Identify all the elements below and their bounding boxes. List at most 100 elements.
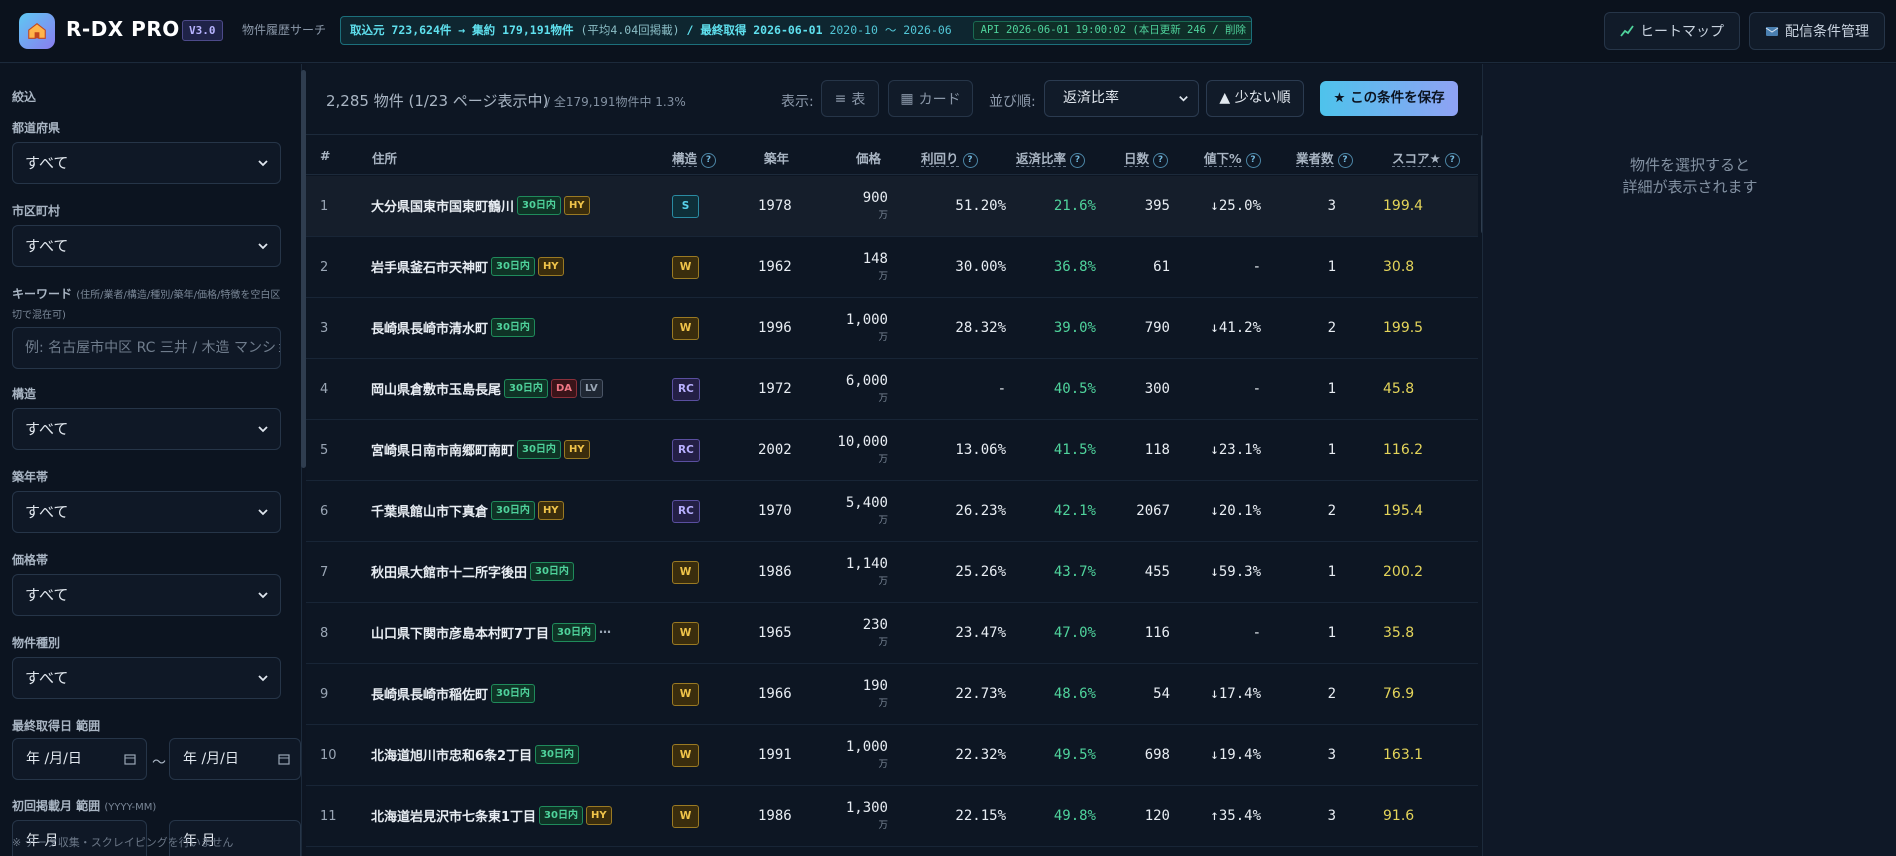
sort-order-button[interactable]: ▲ 少ない順 xyxy=(1206,80,1304,117)
brand-name: R-DX PRO xyxy=(66,17,180,41)
built-year-select[interactable]: すべて xyxy=(12,491,281,533)
row-address: 長崎県長崎市清水町 30日内 xyxy=(371,318,535,337)
prefecture-select[interactable]: すべて xyxy=(12,142,281,184)
table-row[interactable]: 9 長崎県長崎市稲佐町 30日内 W 1966 190 万 22.73% 48.6% 54 ↓17.… xyxy=(306,664,1478,725)
table-row[interactable]: 7 秋田県大館市十二所字後田 30日内 W 1986 1,140 万 25.26% 43.7% 4… xyxy=(306,542,1478,603)
structure-value: すべて xyxy=(25,420,69,438)
days-value: 118 xyxy=(1144,442,1170,458)
structure-badge: W xyxy=(672,805,699,828)
price-unit: 万 xyxy=(878,393,888,404)
built-year-value: すべて xyxy=(25,503,69,521)
col-yield[interactable]: 利回り? xyxy=(921,148,978,168)
results-panel: 2,285 物件 (1/23 ページ表示中) / 全179,191物件中 1.3… xyxy=(306,64,1487,856)
price-drop-value: - xyxy=(1252,625,1261,641)
table-row[interactable]: 11 北海道岩見沢市七条東1丁目 30日内 HY W 1986 1,300 万 22.15% 49… xyxy=(306,786,1478,847)
house-logo-icon xyxy=(19,13,55,49)
yield-value: 26.23% xyxy=(955,503,1006,519)
col-score[interactable]: スコア★? xyxy=(1392,148,1460,168)
structure-badge: RC xyxy=(672,500,700,523)
price-drop-value: ↓20.1% xyxy=(1210,503,1261,519)
table-row[interactable]: 2 岩手県釜石市天神町 30日内 HY W 1962 148 万 30.00% 36.8% 61-1… xyxy=(306,237,1478,298)
col-structure[interactable]: 構造? xyxy=(672,148,717,168)
table-row[interactable]: 5 宮崎県日南市南郷町南町 30日内 HY RC 2002 10,000 万 13.06% 41.… xyxy=(306,420,1478,481)
col-price-drop[interactable]: 値下%? xyxy=(1204,148,1261,168)
heatmap-button-label: ヒートマップ xyxy=(1640,24,1724,40)
structure-badge: W xyxy=(672,744,699,767)
agents-value: 1 xyxy=(1327,625,1336,641)
table-row[interactable]: 8 山口県下関市彦島本村町7丁目 30日内… W 1965 230 万 23.47% 47.0%… xyxy=(306,603,1478,664)
tag-badge: 30日内 xyxy=(491,318,535,337)
table-row[interactable]: 1 大分県国東市国東町鶴川 30日内 HY S 1978 900 万 51.20% 21.6% 39… xyxy=(306,176,1478,237)
structure-badge: W xyxy=(672,561,699,584)
city-value: すべて xyxy=(25,237,69,255)
days-value: 698 xyxy=(1144,747,1170,763)
structure-select[interactable]: すべて xyxy=(12,408,281,450)
help-icon[interactable]: ? xyxy=(962,153,978,168)
app-header: R-DX PRO V3.0 物件履歴サーチ 取込元 723,624件 → 集約 … xyxy=(0,0,1896,63)
row-address: 大分県国東市国東町鶴川 30日内 HY xyxy=(371,196,590,215)
help-icon[interactable]: ? xyxy=(701,153,717,168)
sort-value: 返済比率 xyxy=(1063,90,1119,106)
col-repayment-ratio[interactable]: 返済比率? xyxy=(1016,148,1086,168)
col-address[interactable]: 住所 xyxy=(372,148,397,167)
help-icon[interactable]: ? xyxy=(1245,153,1261,168)
view-card-button[interactable]: ▦ カード xyxy=(888,80,973,117)
row-number: 9 xyxy=(320,687,329,702)
help-icon[interactable]: ? xyxy=(1444,153,1460,168)
property-type-select[interactable]: すべて xyxy=(12,657,281,699)
col-price[interactable]: 価格 xyxy=(856,148,881,167)
col-agents[interactable]: 業者数? xyxy=(1296,148,1353,168)
keyword-input[interactable]: 例: 名古屋市中区 RC 三井 / 木造 マンション xyxy=(12,327,281,369)
repayment-ratio-value: 49.5% xyxy=(1053,747,1096,763)
repayment-ratio-value: 43.7% xyxy=(1053,564,1096,580)
help-icon[interactable]: ? xyxy=(1070,153,1086,168)
keyword-placeholder: 例: 名古屋市中区 RC 三井 / 木造 マンション xyxy=(25,340,281,356)
save-condition-button[interactable]: ★ この条件を保存 xyxy=(1320,81,1458,116)
help-icon[interactable]: ? xyxy=(1153,153,1169,168)
tag-badge: 30日内 xyxy=(535,745,580,764)
sort-select[interactable]: 返済比率 xyxy=(1044,80,1199,117)
first-listing-month-label: 初回掲載月 範囲 xyxy=(12,799,101,813)
structure-badge: RC xyxy=(672,439,700,462)
result-count: 2,285 物件 (1/23 ページ表示中) xyxy=(326,92,549,110)
result-total-ratio: / 全179,191物件中 1.3% xyxy=(546,95,686,109)
col-built[interactable]: 築年 xyxy=(764,148,789,167)
last-fetch-to-input[interactable]: 年 /月/日 xyxy=(169,738,301,780)
score-value: 76.9 xyxy=(1383,686,1415,702)
price-value: 230 xyxy=(862,617,888,633)
view-table-button[interactable]: ≡ 表 xyxy=(821,80,879,117)
filter-title: 絞込 xyxy=(12,90,37,104)
structure-badge: W xyxy=(672,622,699,645)
city-select[interactable]: すべて xyxy=(12,225,281,267)
table-row[interactable]: 4 岡山県倉敷市玉島長尾 30日内 DA LV RC 1972 6,000 万 -40.5% 300… xyxy=(306,359,1478,420)
price-value: 148 xyxy=(862,251,888,267)
table-row[interactable]: 3 長崎県長崎市清水町 30日内 W 1996 1,000 万 28.32% 39.0% 790 ↓… xyxy=(306,298,1478,359)
price-cell: 148 万 xyxy=(768,251,888,282)
agents-value: 1 xyxy=(1327,564,1336,580)
tag-badge: HY xyxy=(563,440,590,459)
price-cell: 1,000 万 xyxy=(768,739,888,770)
col-days[interactable]: 日数? xyxy=(1124,148,1169,168)
help-icon[interactable]: ? xyxy=(1337,153,1353,168)
table-row[interactable]: 6 千葉県館山市下真倉 30日内 HY RC 1970 5,400 万 26.23% 42.1% 2… xyxy=(306,481,1478,542)
agents-value: 1 xyxy=(1327,381,1336,397)
price-range-select[interactable]: すべて xyxy=(12,574,281,616)
last-fetch-from-input[interactable]: 年 /月/日 xyxy=(12,738,147,780)
score-value: 116.2 xyxy=(1383,442,1424,458)
days-value: 116 xyxy=(1144,625,1170,641)
list-icon: ≡ xyxy=(834,90,847,107)
price-unit: 万 xyxy=(878,332,888,343)
chevron-down-icon xyxy=(258,509,268,516)
price-unit: 万 xyxy=(878,576,888,587)
delivery-settings-button[interactable]: 配信条件管理 xyxy=(1749,12,1885,50)
address-text: 宮崎県日南市南郷町南町 xyxy=(371,444,515,459)
row-number: 6 xyxy=(320,504,329,519)
trend-icon xyxy=(1620,25,1634,37)
table-row[interactable]: 10 北海道旭川市忠和6条2丁目 30日内 W 1991 1,000 万 22.32% 49.5… xyxy=(306,725,1478,786)
price-value: 10,000 xyxy=(837,434,888,450)
heatmap-button[interactable]: ヒートマップ xyxy=(1604,12,1740,50)
address-text: 大分県国東市国東町鶴川 xyxy=(371,200,515,215)
stats-bar: 取込元 723,624件 → 集約 179,191物件 (平均4.04回掲載) … xyxy=(340,16,1252,45)
price-value: 6,000 xyxy=(845,373,888,389)
price-value: 5,400 xyxy=(845,495,888,511)
